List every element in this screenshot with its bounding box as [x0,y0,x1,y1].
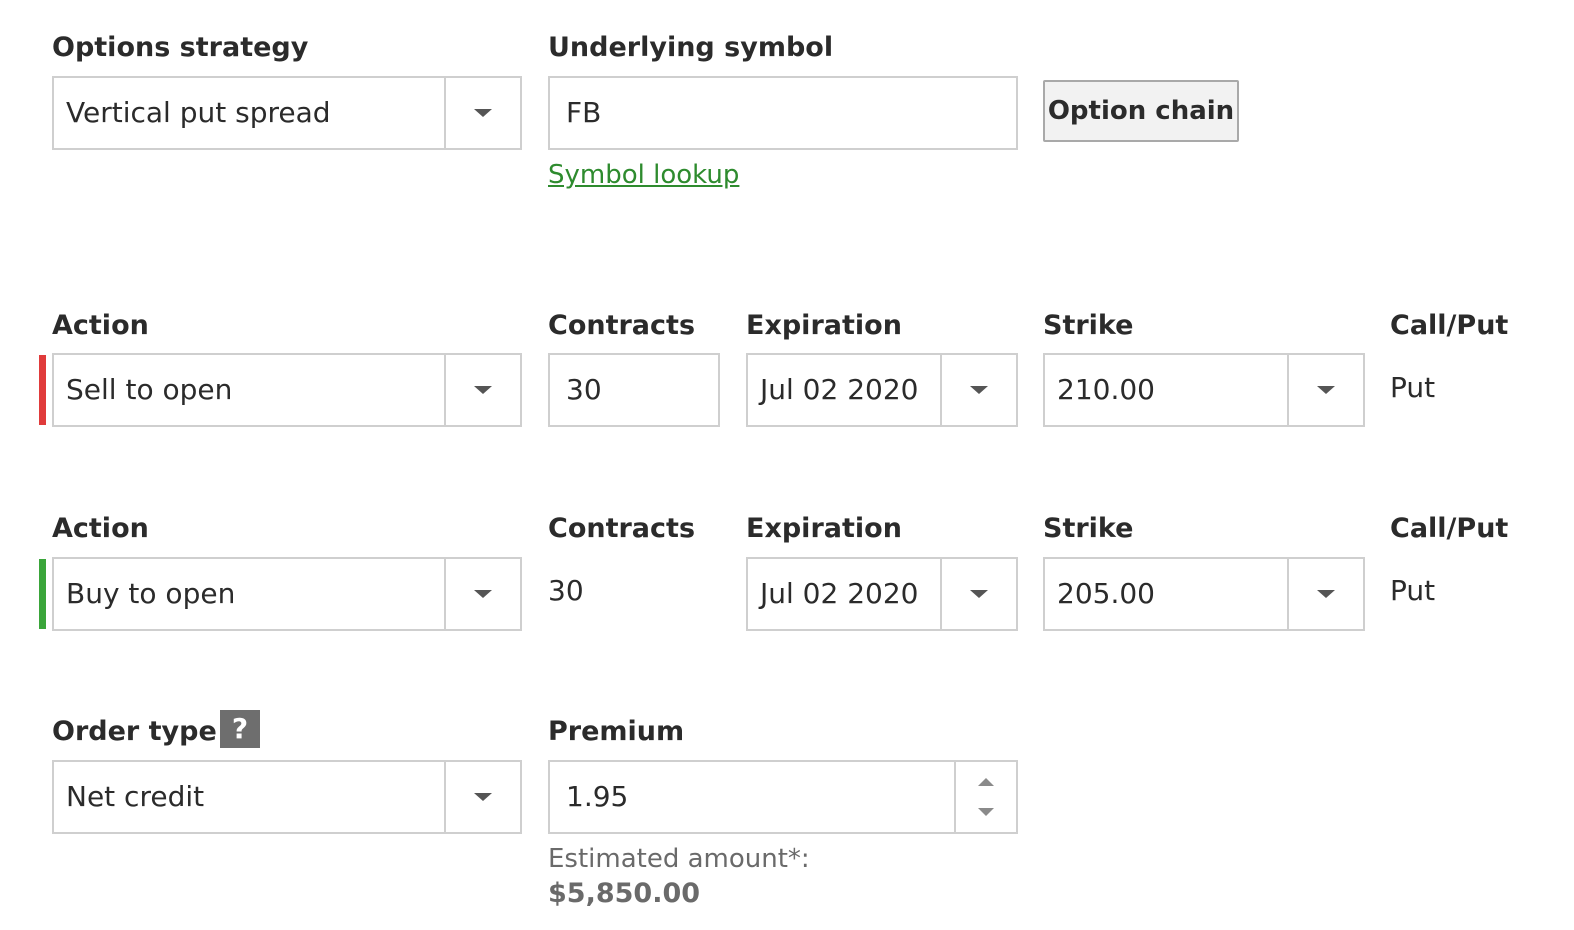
leg2-action-value: Buy to open [66,577,236,610]
underlying-symbol-value: FB [566,96,602,129]
leg2-contracts-label: Contracts [548,513,696,544]
chevron-down-icon [1317,590,1335,598]
leg2-action-label: Action [52,513,149,544]
leg2-strike-dropdown[interactable] [1287,559,1363,629]
leg2-strike-select[interactable]: 205.00 [1043,557,1365,631]
leg2-expiration-label: Expiration [746,513,902,544]
order-type-value: Net credit [66,780,205,813]
chevron-down-icon [474,386,492,394]
chevron-down-icon [474,109,492,117]
premium-label: Premium [548,716,685,747]
leg1-expiration-value: Jul 02 2020 [760,373,919,406]
leg2-contracts-value: 30 [548,574,584,607]
leg1-contracts-input[interactable]: 30 [548,353,720,427]
leg2-callput-label: Call/Put [1390,513,1509,544]
options-strategy-dropdown[interactable] [444,78,520,148]
options-strategy-value: Vertical put spread [66,96,331,129]
option-chain-button[interactable]: Option chain [1043,80,1239,142]
leg1-expiration-dropdown[interactable] [940,355,1016,425]
leg1-strike-label: Strike [1043,310,1134,341]
leg2-callput-value: Put [1390,574,1436,607]
underlying-symbol-label: Underlying symbol [548,32,834,63]
leg1-action-dropdown[interactable] [444,355,520,425]
leg2-buy-indicator [39,559,46,629]
leg2-expiration-dropdown[interactable] [940,559,1016,629]
order-type-label: Order type [52,716,217,747]
order-type-select[interactable]: Net credit [52,760,522,834]
help-icon[interactable]: ? [220,710,260,748]
leg1-sell-indicator [39,355,46,425]
leg1-contracts-value: 30 [566,373,602,406]
premium-stepper[interactable] [954,762,1016,832]
options-strategy-select[interactable]: Vertical put spread [52,76,522,150]
chevron-down-icon [1317,386,1335,394]
leg2-expiration-select[interactable]: Jul 02 2020 [746,557,1018,631]
leg1-strike-dropdown[interactable] [1287,355,1363,425]
chevron-down-icon [970,386,988,394]
symbol-lookup-link[interactable]: Symbol lookup [548,162,739,188]
options-strategy-label: Options strategy [52,32,309,63]
leg2-strike-value: 205.00 [1057,577,1155,610]
leg1-action-label: Action [52,310,149,341]
leg1-callput-label: Call/Put [1390,310,1509,341]
leg1-callput-value: Put [1390,371,1436,404]
stepper-up-icon[interactable] [978,778,994,786]
leg1-strike-value: 210.00 [1057,373,1155,406]
leg2-strike-label: Strike [1043,513,1134,544]
estimated-amount-label: Estimated amount*: [548,844,810,874]
underlying-symbol-input[interactable]: FB [548,76,1018,150]
leg2-action-select[interactable]: Buy to open [52,557,522,631]
leg1-expiration-select[interactable]: Jul 02 2020 [746,353,1018,427]
leg1-strike-select[interactable]: 210.00 [1043,353,1365,427]
chevron-down-icon [474,590,492,598]
chevron-down-icon [970,590,988,598]
estimated-amount-value: $5,850.00 [548,878,701,909]
leg1-expiration-label: Expiration [746,310,902,341]
premium-input[interactable]: 1.95 [548,760,1018,834]
leg1-action-value: Sell to open [66,373,233,406]
leg1-contracts-label: Contracts [548,310,696,341]
order-type-dropdown[interactable] [444,762,520,832]
leg2-action-dropdown[interactable] [444,559,520,629]
chevron-down-icon [474,793,492,801]
leg2-expiration-value: Jul 02 2020 [760,577,919,610]
leg1-action-select[interactable]: Sell to open [52,353,522,427]
stepper-down-icon[interactable] [978,808,994,816]
premium-value: 1.95 [566,780,629,813]
